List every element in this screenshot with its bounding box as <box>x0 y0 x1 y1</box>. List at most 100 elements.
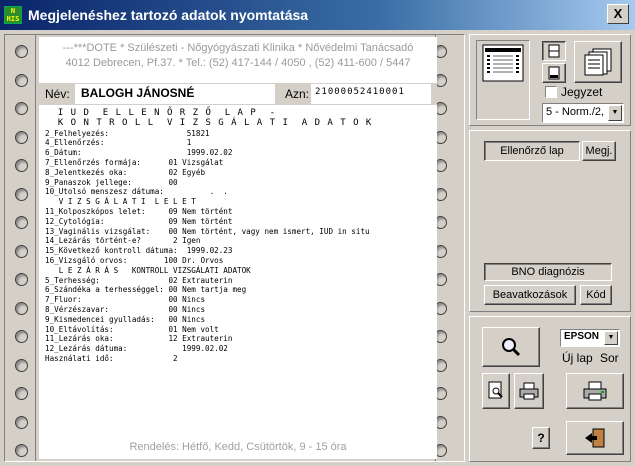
format-select[interactable]: 5 - Norm./2, ▼ <box>542 103 624 123</box>
exit-door-icon <box>585 428 605 448</box>
perforation-hole <box>15 102 28 115</box>
perforation-hole <box>15 159 28 172</box>
report-line: 16_Vizsgáló orvos: 100 Dr. Orvos <box>45 255 224 265</box>
report-line: 7_Ellenőrzés formája: 01 Vizsgálat <box>45 157 224 167</box>
bno-diagnosis-button[interactable]: BNO diagnózis <box>484 263 612 281</box>
report-line: Használati idő: 2 <box>45 353 178 363</box>
continuous-paper-icon <box>548 44 560 58</box>
print-panel: EPSON ▼ Új lap Sor ? <box>469 316 631 462</box>
report-line: 8_Vérzészavar: 00 Nincs <box>45 304 206 314</box>
print-preview-icon <box>488 381 503 399</box>
report-line: 13_Vaginális vizsgálat: 00 Nem történt, … <box>45 226 370 236</box>
report-line: 7_Fluor: 00 Nincs <box>45 295 206 305</box>
report-line: 10_Eltávolítás: 01 Nem volt <box>45 324 219 334</box>
multi-page-icon <box>584 48 612 76</box>
clinic-line-1: ---***DOTE * Szülészeti - Nőgyógyászati … <box>62 42 414 54</box>
continuous-paper-button[interactable] <box>542 41 566 61</box>
jegyzet-label: Jegyzet <box>561 85 603 99</box>
single-sheet-icon <box>548 66 560 80</box>
perforation-hole <box>15 387 28 400</box>
perforation-hole <box>15 73 28 87</box>
beavatkozasok-label: Beavatkozások <box>492 289 568 301</box>
chevron-down-icon[interactable]: ▼ <box>604 331 618 345</box>
perforation-hole <box>15 216 28 229</box>
perforation-hole <box>15 330 28 343</box>
report-line: 5_Terhesség: 02 Extrauterin <box>45 275 233 285</box>
preview-zoom-button[interactable] <box>482 327 540 367</box>
exit-button[interactable] <box>566 421 624 455</box>
tab-label: Megj. <box>585 145 613 157</box>
clinic-header: ---***DOTE * Szülészeti - Nőgyógyászati … <box>39 41 437 71</box>
print-preview-frame: ---***DOTE * Szülészeti - Nőgyógyászati … <box>4 34 465 462</box>
report-line: 14_Lezárás történt-e? 2 Igen <box>45 236 201 246</box>
report-line: 6_Szándéka a terhességgel: 00 Nem tartja… <box>45 285 247 295</box>
report-line: 12_Lezárás dátuma: 1999.02.02 <box>45 344 228 354</box>
tab-megjegyzes[interactable]: Megj. <box>582 141 616 161</box>
single-sheet-button[interactable] <box>542 63 566 83</box>
report-line: V I Z S G Á L A T I L E L E T <box>45 197 196 207</box>
printer-select-value: EPSON <box>564 331 600 342</box>
report-line: L E Z Á R Á S KONTROLL VIZSGÁLATI ADATOK <box>45 265 251 275</box>
sor-label[interactable]: Sor <box>600 351 619 365</box>
app-icon: N HIS <box>4 6 22 24</box>
kod-button[interactable]: Kód <box>580 285 612 305</box>
kod-label: Kód <box>586 289 606 301</box>
magnifier-icon <box>502 338 521 357</box>
print-preview-page: ---***DOTE * Szülészeti - Nőgyógyászati … <box>39 37 437 459</box>
printer-icon <box>583 381 607 401</box>
clinic-line-2: 4012 Debrecen, Pf.37. * Tel.: (52) 417-1… <box>65 57 411 69</box>
printer-select[interactable]: EPSON ▼ <box>560 329 620 347</box>
azn-value: 21000052410001 <box>311 84 431 104</box>
printer-icon <box>519 382 539 400</box>
report-line: 10_Utolsó menszesz dátuma: . . <box>45 187 228 197</box>
perforation-hole <box>15 273 28 286</box>
beavatkozasok-button[interactable]: Beavatkozások <box>484 285 576 305</box>
window-title: Megjelenéshez tartozó adatok nyomtatása <box>28 7 309 23</box>
report-body: I U D E L L E N Ő R Z Ő L A P - K O N T … <box>45 108 435 364</box>
office-hours-footer: Rendelés: Hétfő, Kedd, Csütörtök, 9 - 15… <box>129 441 347 453</box>
format-select-value: 5 - Norm./2, <box>546 106 605 118</box>
perforation-hole <box>15 444 28 457</box>
perforation-hole <box>15 45 28 58</box>
uj-lap-label[interactable]: Új lap <box>562 351 593 365</box>
perforation-hole <box>15 130 28 144</box>
name-label: Név: <box>45 87 70 101</box>
page-layout-icon <box>482 44 524 82</box>
print-button[interactable] <box>566 373 624 409</box>
tabs-panel: Ellenőrző lap Megj. BNO diagnózis Beavat… <box>469 130 631 312</box>
title-bar: N HIS Megjelenéshez tartozó adatok nyomt… <box>0 0 635 30</box>
report-line: 11_Lezárás oka: 12 Extrauterin <box>45 334 233 344</box>
perforation-hole <box>15 187 28 201</box>
help-label: ? <box>537 431 545 445</box>
tab-ellenorzo-lap[interactable]: Ellenőrző lap <box>484 141 580 161</box>
report-line: 4_Ellenőrzés: 1 <box>45 138 192 148</box>
help-button[interactable]: ? <box>532 427 550 449</box>
layout-panel: Jegyzet 5 - Norm./2, ▼ <box>469 34 631 126</box>
tab-label: Ellenőrző lap <box>500 145 564 157</box>
report-line: 15_Következő kontroll dátuma: 1999.02.23 <box>45 246 233 256</box>
multi-page-button[interactable] <box>574 41 622 83</box>
report-line: 9_Kismedencei gyulladás: 00 Nincs <box>45 314 206 324</box>
perforation-strip-left <box>11 35 37 461</box>
report-line: K O N T R O L L V I Z S G Á L A T I A D … <box>45 117 373 128</box>
report-line: 9_Panaszok jellege: 00 <box>45 177 178 187</box>
report-line: 12_Cytológia: 09 Nem történt <box>45 216 233 226</box>
azn-label: Azn: <box>285 87 310 101</box>
report-line: 2_Felhelyezés: 51821 <box>45 128 210 138</box>
print-preview-button[interactable] <box>482 373 510 409</box>
chevron-down-icon[interactable]: ▼ <box>608 105 622 121</box>
bno-diagnosis-label: BNO diagnózis <box>511 266 585 278</box>
jegyzet-checkbox[interactable] <box>545 86 557 98</box>
print-page-button[interactable] <box>514 373 544 409</box>
perforation-hole <box>15 358 28 372</box>
patient-name: BALOGH JÁNOSNÉ <box>75 84 275 104</box>
report-line: 11_Kolposzkópos lelet: 09 Nem történt <box>45 206 233 216</box>
perforation-hole <box>15 415 28 429</box>
report-line: 6_Dátum: 1999.02.02 <box>45 148 233 158</box>
page-layout-preview <box>476 40 530 120</box>
perforation-line-left <box>35 35 36 461</box>
perforation-hole <box>15 301 28 315</box>
close-button[interactable]: X <box>607 4 629 24</box>
report-line: 8_Jelentkezés oka: 02 Egyéb <box>45 167 206 177</box>
perforation-hole <box>15 244 28 258</box>
